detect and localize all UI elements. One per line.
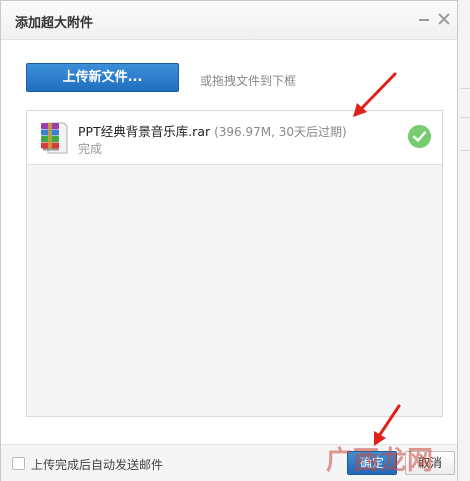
dialog-title: 添加超大附件 — [15, 16, 94, 31]
winrar-archive-icon — [41, 122, 68, 154]
minimize-icon[interactable] — [417, 12, 431, 26]
file-size-expiry: (396.97M, 30天后过期) — [214, 125, 347, 139]
drag-hint-text: 或拖拽文件到下框 — [200, 74, 297, 88]
upload-status: 完成 — [78, 142, 103, 156]
check-icon — [408, 125, 431, 148]
file-drop-zone[interactable]: PPT经典背景音乐库.rar (396.97M, 30天后过期) 完成 — [26, 110, 443, 417]
close-icon[interactable] — [436, 11, 452, 27]
background-page-edge — [458, 0, 470, 481]
upload-new-file-button[interactable]: 上传新文件... — [26, 63, 179, 92]
file-name: PPT经典背景音乐库.rar (396.97M, 30天后过期) — [78, 121, 347, 140]
auto-send-checkbox[interactable] — [12, 457, 25, 470]
background-divider — [460, 117, 470, 118]
auto-send-label: 上传完成后自动发送邮件 — [31, 458, 164, 472]
file-name-text: PPT经典背景音乐库.rar — [78, 124, 211, 139]
dialog-title-bar: 添加超大附件 — [1, 1, 457, 40]
background-divider — [460, 88, 470, 89]
watermark-logo: 广西龙网 — [326, 446, 435, 476]
background-divider — [460, 150, 470, 151]
annotation-arrow-icon — [353, 72, 397, 117]
